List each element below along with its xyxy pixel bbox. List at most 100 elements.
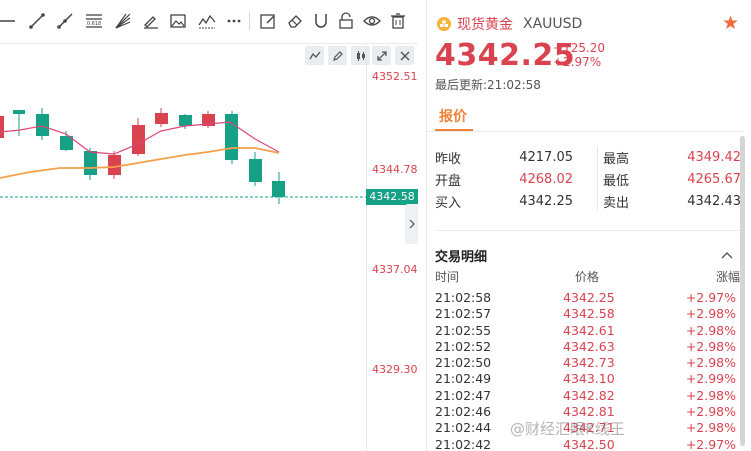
price-axis[interactable]: 4352.51 4344.78 4337.04 4329.30 (366, 44, 418, 451)
deal-time: 21:02:42 (435, 436, 492, 451)
deal-price: 4342.81 (563, 404, 615, 420)
fib-label: 0.618 (87, 21, 101, 27)
deal-time: 21:02:52 (435, 338, 492, 354)
gold-coin-icon (437, 17, 451, 31)
symbol-code: XAUUSD (523, 16, 583, 32)
candle (108, 151, 121, 179)
symbol-row: 现货黄金 XAUUSD (437, 14, 582, 34)
current-price-label: 4342.58 (366, 189, 418, 205)
more-icon[interactable] (224, 11, 244, 31)
deal-price: 4342.25 (563, 290, 615, 305)
deal-row[interactable]: 21:02:50 4342.73 +2.98% (435, 355, 740, 371)
price-tick: 4337.04 (372, 263, 418, 276)
candle (249, 152, 262, 186)
deal-change: +2.98% (685, 306, 736, 322)
deal-price: 4342.73 (563, 355, 615, 371)
candle (132, 118, 145, 156)
deal-time: 21:02:46 (435, 404, 492, 420)
magnet-icon[interactable] (311, 11, 331, 31)
gann-fan-icon[interactable] (113, 11, 133, 31)
image-icon[interactable] (168, 11, 188, 31)
quote-row: 卖出 4342.43 (603, 190, 741, 212)
brush-icon[interactable] (141, 11, 161, 31)
deal-time: 21:02:50 (435, 355, 492, 371)
quote-row: 最高 4349.42 (603, 146, 741, 168)
quote-value: 4217.05 (519, 149, 573, 165)
quote-row: 买入 4342.25 (435, 190, 573, 212)
deal-change: +2.98% (685, 322, 736, 338)
draw-pencil-icon[interactable] (328, 46, 347, 65)
deals-header-change: 涨幅 (715, 270, 740, 284)
quote-label: 昨收 (435, 151, 462, 167)
candle (13, 110, 25, 136)
deal-time: 21:02:49 (435, 371, 492, 387)
fib-retracement-icon[interactable]: 0.618 (84, 11, 104, 31)
price-tick: 4344.78 (372, 163, 418, 176)
deal-row[interactable]: 21:02:49 4343.10 +2.99% (435, 371, 740, 387)
chart-tools-left (305, 46, 370, 65)
tab-quote[interactable]: 报价 (439, 106, 467, 126)
quote-left-column: 昨收 4217.05 开盘 4268.02 买入 4342.25 (435, 146, 573, 212)
deal-row[interactable]: 21:02:58 4342.25 +2.97% (435, 290, 740, 306)
price-change-pct: +2.97% (553, 55, 602, 69)
quote-row: 昨收 4217.05 (435, 146, 573, 168)
symbol-name: 现货黄金 (457, 17, 513, 33)
chevron-up-icon[interactable] (721, 248, 733, 262)
deal-row[interactable]: 21:02:52 4342.63 +2.98% (435, 339, 740, 355)
deal-change: +2.97% (685, 436, 736, 451)
note-icon[interactable] (258, 11, 278, 31)
quote-row: 开盘 4268.02 (435, 168, 573, 190)
candle (202, 111, 215, 128)
lock-icon[interactable] (336, 11, 356, 31)
deal-price: 4343.10 (563, 371, 615, 387)
deal-price: 4342.63 (563, 338, 615, 354)
deal-time: 21:02:55 (435, 322, 492, 338)
candle (225, 111, 238, 164)
deal-row[interactable]: 21:02:55 4342.61 +2.98% (435, 323, 740, 339)
price-tick: 4329.30 (372, 363, 418, 376)
deal-change: +2.98% (685, 355, 736, 371)
candle (272, 172, 285, 204)
quote-value: 4268.02 (519, 171, 573, 187)
quote-value: 4265.67 (687, 171, 741, 187)
deal-change: +2.98% (685, 338, 736, 354)
price-tick: 4352.51 (372, 70, 418, 83)
trash-icon[interactable] (388, 11, 408, 31)
favorite-star-icon[interactable]: ★ (722, 14, 739, 33)
deal-row[interactable]: 21:02:57 4342.58 +2.98% (435, 306, 740, 322)
quote-value: 4342.25 (519, 193, 573, 209)
deal-price: 4342.61 (563, 322, 615, 338)
deal-change: +2.98% (685, 404, 736, 420)
candle (0, 116, 4, 138)
eye-icon[interactable] (362, 11, 382, 31)
deals-title: 交易明细 (435, 250, 488, 265)
ray-icon[interactable] (55, 11, 75, 31)
deal-change: +2.98% (685, 387, 736, 403)
quote-right-column: 最高 4349.42 最低 4265.67 卖出 4342.43 (603, 146, 741, 212)
collapse-panel-button[interactable] (405, 204, 418, 244)
deal-row[interactable]: 21:02:47 4342.82 +2.98% (435, 388, 740, 404)
quote-row: 最低 4265.67 (603, 168, 741, 190)
trend-line-icon[interactable] (27, 11, 47, 31)
candle (36, 108, 49, 140)
quote-label: 卖出 (603, 195, 630, 211)
deal-change: +2.97% (685, 290, 736, 305)
quote-label: 买入 (435, 195, 462, 211)
pattern-icon[interactable] (197, 11, 217, 31)
quote-divider (597, 146, 598, 210)
line-tool-icon[interactable] (0, 11, 16, 31)
indicator-icon[interactable] (305, 46, 324, 65)
candlestick-chart[interactable]: 4352.51 4344.78 4337.04 4329.30 4342.58 (0, 44, 418, 451)
eraser-icon[interactable] (285, 11, 305, 31)
scrollbar[interactable] (740, 136, 745, 446)
deal-time: 21:02:44 (435, 420, 492, 436)
deal-change: +2.98% (685, 420, 736, 436)
drawing-toolbar: 0.618 (0, 0, 418, 44)
deal-time: 21:02:47 (435, 387, 492, 403)
deal-price: 4342.58 (563, 306, 615, 322)
section-divider (435, 230, 740, 231)
quote-value: 4342.43 (687, 193, 741, 209)
deals-header-time: 时间 (435, 270, 460, 284)
candle-plot[interactable] (0, 44, 366, 451)
deal-time: 21:02:57 (435, 306, 492, 322)
